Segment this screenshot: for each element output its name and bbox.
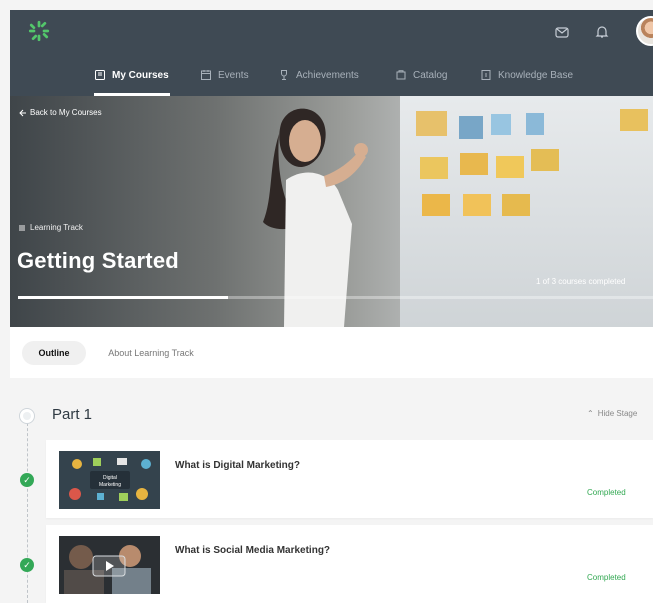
learning-track-tabs: Outline About Learning Track (10, 327, 653, 378)
sticky-note (496, 156, 524, 178)
course-status: Completed (587, 573, 626, 582)
hide-stage-button[interactable]: ⌃ Hide Stage (587, 409, 637, 418)
sticky-note (422, 194, 450, 216)
svg-text:Digital: Digital (103, 475, 117, 481)
sticky-note (416, 111, 447, 136)
calendar-icon (201, 70, 211, 80)
user-avatar[interactable] (636, 16, 653, 46)
nav-label: Catalog (413, 69, 448, 81)
nav-label: Events (218, 69, 249, 81)
sticky-note (463, 194, 491, 216)
track-progress-bar (18, 296, 653, 299)
svg-text:Marketing: Marketing (99, 482, 121, 488)
course-complete-check: ✓ (20, 558, 34, 572)
book-icon (95, 70, 105, 80)
nav-label: My Courses (112, 69, 169, 81)
stage-marker (19, 408, 35, 424)
tab-label: Outline (38, 348, 70, 358)
social-media-thumbnail (59, 536, 160, 594)
track-label-text: Learning Track (30, 223, 83, 232)
nav-achievements[interactable]: Achievements (278, 54, 359, 96)
course-title[interactable]: What is Social Media Marketing? (175, 545, 330, 556)
nav-knowledge-base[interactable]: Knowledge Base (480, 54, 573, 96)
sticky-note (491, 114, 511, 135)
course-thumbnail: Digital Marketing (59, 451, 160, 509)
chevron-up-icon: ⌃ (587, 409, 594, 418)
sticky-note (459, 116, 483, 139)
leaf-cluster-icon[interactable] (28, 20, 50, 42)
tab-about-learning-track[interactable]: About Learning Track (96, 341, 206, 365)
sticky-note (620, 109, 648, 131)
course-thumbnail (59, 536, 160, 594)
course-title[interactable]: What is Digital Marketing? (175, 460, 300, 471)
tab-outline[interactable]: Outline (22, 341, 86, 365)
arrow-left-icon (19, 109, 26, 116)
timeline-line (27, 418, 28, 603)
nav-label: Achievements (296, 69, 359, 81)
nav-catalog[interactable]: Catalog (395, 54, 447, 96)
mail-icon[interactable] (553, 23, 571, 41)
nav-my-courses[interactable]: My Courses (94, 54, 170, 96)
nav-events[interactable]: Events (200, 54, 249, 96)
tab-label: About Learning Track (108, 348, 194, 358)
sticky-note (531, 149, 559, 171)
back-link-label: Back to My Courses (30, 108, 102, 117)
track-icon (19, 225, 25, 230)
bell-icon[interactable] (593, 23, 611, 41)
hide-stage-label: Hide Stage (597, 409, 638, 418)
sticky-note (460, 153, 488, 175)
stage-title: Part 1 (52, 406, 93, 423)
progress-label: 1 of 3 courses completed (536, 277, 626, 286)
top-header (10, 10, 653, 54)
course-complete-check: ✓ (20, 473, 34, 487)
back-to-courses-link[interactable]: Back to My Courses (18, 108, 102, 117)
trophy-icon (281, 70, 287, 80)
track-progress-fill (18, 296, 228, 299)
digital-marketing-thumbnail: Digital Marketing (59, 451, 160, 509)
info-book-icon (481, 70, 491, 80)
stage-marker-inner (23, 412, 31, 420)
course-status: Completed (587, 488, 626, 497)
catalog-icon (396, 70, 406, 80)
page-title: Getting Started (17, 248, 179, 273)
sticky-note (526, 113, 544, 135)
sticky-note (502, 194, 530, 216)
person-illustration (263, 108, 368, 327)
course-card-social-media-marketing[interactable]: What is Social Media Marketing? Complete… (46, 525, 653, 603)
nav-label: Knowledge Base (498, 69, 574, 81)
hero-image (400, 96, 653, 327)
sticky-note (420, 157, 448, 179)
course-card-digital-marketing[interactable]: Digital Marketing What is Digital Market… (46, 440, 653, 518)
learning-track-hero: Back to My Courses Learning Track Gettin… (10, 96, 653, 327)
learning-track-label: Learning Track (18, 223, 83, 232)
main-navigation: My Courses Events Achievements Catalog K… (10, 54, 653, 96)
